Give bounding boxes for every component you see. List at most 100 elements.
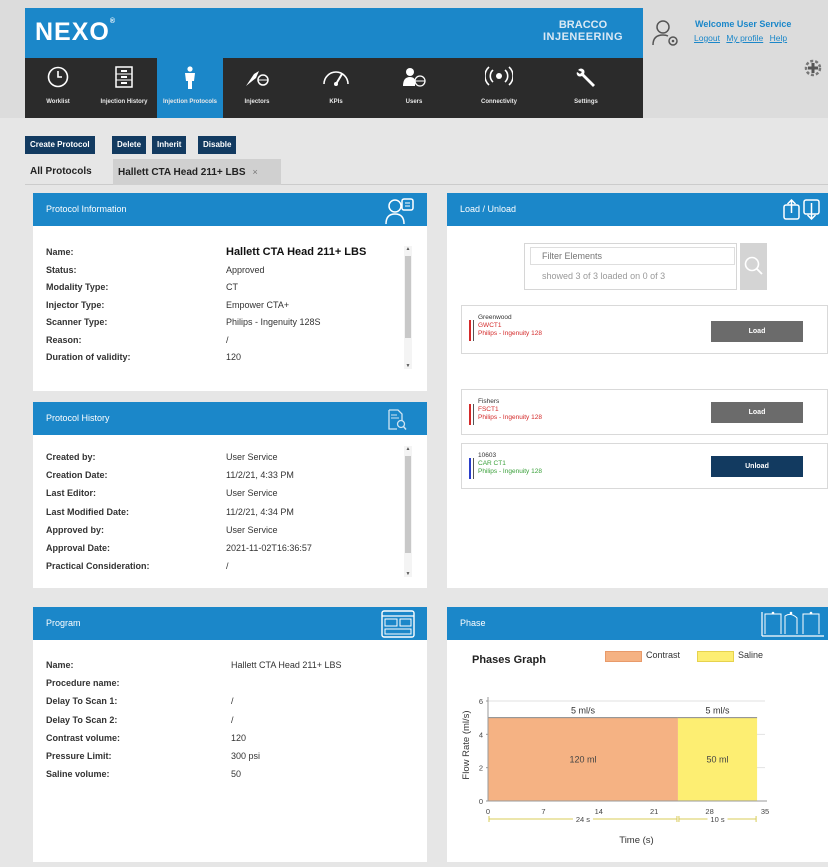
field-value: 50	[231, 769, 242, 780]
field-value: Empower CTA+	[226, 299, 290, 310]
field-value: Philips - Ingenuity 128S	[226, 317, 321, 327]
protocol-history-scrollbar[interactable]: ▲ ▼	[404, 446, 412, 577]
nav-label: Connectivity	[480, 99, 517, 105]
nav-worklist[interactable]: Worklist	[25, 58, 91, 118]
y-tick-label: 0	[479, 797, 483, 806]
my-profile-link[interactable]: My profile	[726, 33, 763, 43]
filter-status: showed 3 of 3 loaded on 0 of 3	[542, 271, 666, 281]
user-settings-icon	[652, 20, 678, 46]
field-value: Hallett CTA Head 211+ LBS	[226, 246, 367, 258]
user-links: Logout My profile Help	[694, 33, 791, 43]
nav-injection-protocols[interactable]: Injection Protocols	[157, 58, 223, 118]
protocol-tabs: All Protocols Hallett CTA Head 211+ LBS ×	[25, 159, 828, 185]
app-header: NEXO® BRACCO INJENEERING Worklist Injecti…	[0, 0, 828, 118]
delete-button[interactable]: Delete	[112, 136, 147, 154]
field-label: Approval Date:	[46, 543, 111, 553]
program-header: Program	[33, 607, 427, 640]
x-tick-label: 7	[541, 807, 545, 816]
status-bar	[469, 320, 471, 341]
field-value: /	[231, 714, 234, 725]
scanner-id: GWCT1	[478, 322, 502, 329]
help-link[interactable]: Help	[770, 33, 787, 43]
field-value: CT	[226, 282, 238, 292]
field-label: Creation Date:	[46, 470, 108, 481]
gauge-icon	[303, 66, 369, 86]
field-label: Reason:	[46, 334, 82, 345]
field-label: Name:	[46, 660, 74, 670]
create-protocol-button[interactable]: Create Protocol	[25, 136, 95, 154]
scanner-card: 10603 CAR CT1 Philips - Ingenuity 128 Unloa…	[461, 443, 828, 489]
volume-label: 120 ml	[569, 754, 596, 764]
field-label: Created by:	[46, 452, 96, 462]
load-button[interactable]: Load	[711, 321, 803, 342]
y-tick-label: 2	[479, 764, 483, 773]
inherit-button[interactable]: Inherit	[152, 136, 187, 154]
protocol-info-scrollbar[interactable]: ▲ ▼	[404, 246, 412, 369]
nav-connectivity[interactable]: Connectivity	[466, 58, 532, 118]
clock-icon	[25, 66, 91, 88]
injector-icon	[224, 66, 290, 88]
cabinet-icon	[91, 66, 157, 88]
logout-link[interactable]: Logout	[694, 33, 720, 43]
filter-search-button[interactable]	[740, 243, 767, 290]
tab-close-icon[interactable]: ×	[253, 167, 258, 177]
program-panel: Program Name: Hallett CTA Head 211+ LBS Pr…	[33, 607, 427, 862]
field-value: 2021-11-02T16:36:57	[226, 543, 312, 553]
field-label: Delay To Scan 1:	[46, 696, 118, 707]
scanner-card: Fishers FSCT1 Philips - Ingenuity 128 Load	[461, 389, 828, 435]
scanner-id: CAR CT1	[478, 460, 506, 467]
load-button[interactable]: Load	[711, 402, 803, 423]
field-label: Practical Consideration:	[46, 561, 150, 572]
field-value: User Service	[226, 488, 278, 499]
filter-elements-input[interactable]	[530, 247, 735, 265]
bracco-logo: BRACCO INJENEERING	[542, 19, 624, 43]
rate-label: 5 ml/s	[706, 706, 731, 716]
brand-bar: NEXO® BRACCO INJENEERING	[25, 8, 643, 58]
field-label: Last Modified Date:	[46, 506, 130, 517]
field-label: Modality Type:	[46, 282, 109, 292]
scanner-model: Philips - Ingenuity 128	[478, 330, 542, 337]
gear-plus-icon[interactable]	[803, 58, 823, 78]
field-value: 11/2/21, 4:34 PM	[226, 506, 294, 517]
field-label: Last Editor:	[46, 488, 97, 499]
field-label: Injector Type:	[46, 299, 105, 310]
field-label: Pressure Limit:	[46, 751, 112, 761]
field-value: /	[226, 561, 229, 572]
field-label: Scanner Type:	[46, 317, 108, 327]
site-name: Fishers	[478, 398, 500, 405]
wrench-icon	[553, 66, 619, 88]
status-bar	[469, 404, 471, 425]
nav-kpis[interactable]: KPIs	[303, 58, 369, 118]
tab-current-protocol[interactable]: Hallett CTA Head 211+ LBS ×	[113, 159, 281, 185]
field-label: Delay To Scan 2:	[46, 714, 118, 725]
load-unload-panel: Load / Unload showed 3 of 3 loaded on 0 …	[447, 193, 828, 588]
status-bar	[469, 458, 471, 479]
nav-users[interactable]: Users	[381, 58, 447, 118]
phases-graph: 5 ml/s 120 ml 24 s 5 ml/s 50 ml 10 s 0 7 14 21 28 3…	[461, 697, 769, 846]
rate-label: 5 ml/s	[571, 706, 596, 716]
nexo-logo: NEXO®	[35, 18, 117, 46]
disable-button[interactable]: Disable	[198, 136, 237, 154]
x-tick-label: 35	[761, 807, 769, 816]
status-divider	[473, 458, 474, 479]
site-name: 10603	[478, 452, 497, 459]
y-axis-label: Flow Rate (ml/s)	[461, 710, 472, 779]
field-label: Approved by:	[46, 524, 105, 535]
scanner-model: Philips - Ingenuity 128	[478, 468, 542, 475]
nav-injectors[interactable]: Injectors	[224, 58, 290, 118]
field-label: Contrast volume:	[46, 732, 121, 743]
search-icon	[744, 256, 763, 275]
unload-button[interactable]: Unload	[711, 456, 803, 477]
upload-icon[interactable]	[783, 199, 800, 220]
tab-all-protocols[interactable]: All Protocols	[25, 159, 97, 185]
field-label: Procedure name:	[46, 678, 120, 689]
y-tick-label: 6	[479, 697, 483, 706]
program-device-icon	[381, 610, 415, 638]
document-search-icon	[388, 409, 407, 430]
nav-label: Settings	[574, 99, 598, 105]
download-icon[interactable]	[803, 199, 820, 220]
nav-injection-history[interactable]: Injection History	[91, 58, 157, 118]
site-name: Greenwood	[478, 314, 512, 321]
nav-settings[interactable]: Settings	[553, 58, 619, 118]
status-divider	[473, 404, 474, 425]
